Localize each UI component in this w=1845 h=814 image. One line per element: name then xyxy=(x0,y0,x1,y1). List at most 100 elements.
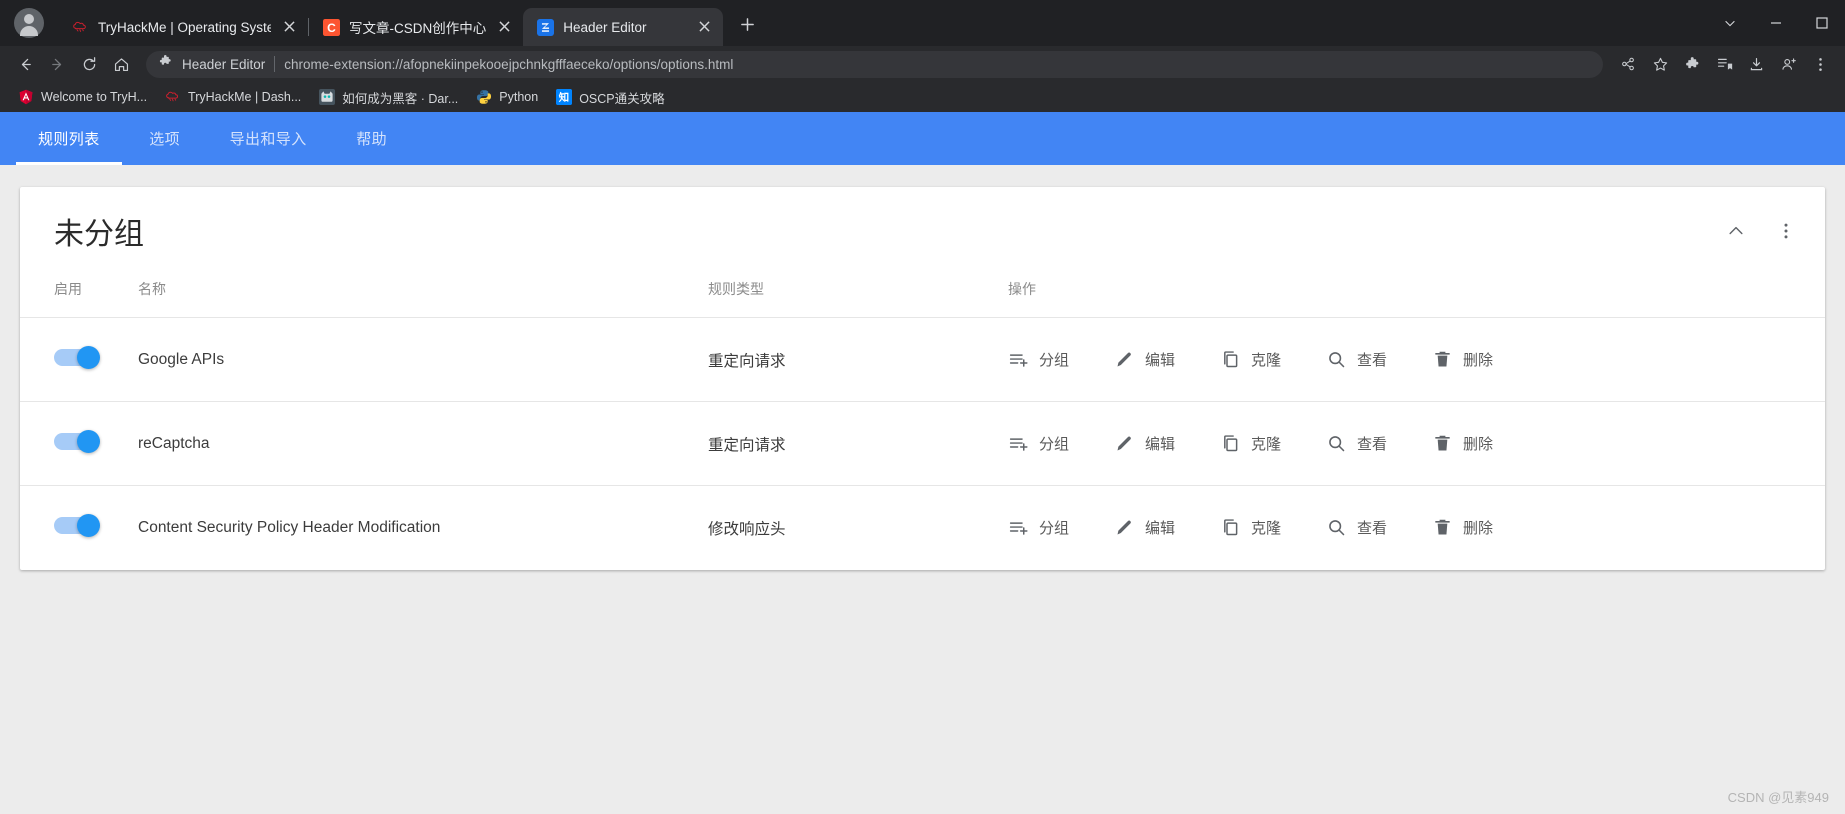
rules-table-body: Google APIs 重定向请求 分组 编辑 克隆 查看 删除 reCaptc… xyxy=(20,317,1825,570)
bookmarks-bar: Welcome to TryH... TryHackMe | Dash... 如… xyxy=(0,82,1845,112)
playlist-add-icon xyxy=(1009,522,1028,536)
extensions-icon[interactable] xyxy=(1677,49,1707,79)
home-icon[interactable] xyxy=(106,49,136,79)
new-tab-button[interactable] xyxy=(733,13,761,41)
row-3-enable-cell xyxy=(20,486,138,570)
extension-options-page: 规则列表 选项 导出和导入 帮助 未分组 启用 名称 规则类型 操作 Googl… xyxy=(0,112,1845,814)
bookmark-item-5-label: OSCP通关攻略 xyxy=(579,91,665,106)
browser-tab-1-title: TryHackMe | Operating System xyxy=(98,19,271,35)
row-2-clone-label: 克隆 xyxy=(1251,436,1282,453)
row-2-view-button[interactable]: 查看 xyxy=(1326,427,1432,460)
maximize-icon[interactable] xyxy=(1799,0,1845,46)
tab-export-import-label: 导出和导入 xyxy=(229,131,307,148)
chevron-down-icon[interactable] xyxy=(1707,0,1753,46)
card-header-actions xyxy=(1719,214,1803,248)
bookmark-item-3[interactable]: 如何成为黑客 · Dar... xyxy=(311,85,466,110)
back-arrow-icon[interactable] xyxy=(10,49,40,79)
row-3-enable-toggle[interactable] xyxy=(54,513,100,537)
row-3-delete-button[interactable]: 删除 xyxy=(1432,511,1538,544)
browser-tab-1[interactable]: TryHackMe | Operating System xyxy=(58,8,308,46)
tab-export-import[interactable]: 导出和导入 xyxy=(208,112,329,165)
browser-tab-3[interactable]: Header Editor xyxy=(523,8,724,46)
row-1-view-button[interactable]: 查看 xyxy=(1326,343,1432,376)
address-bar[interactable]: Header Editor chrome-extension://afopnek… xyxy=(146,50,1603,78)
profile-icon[interactable] xyxy=(1773,49,1803,79)
header-editor-icon xyxy=(537,18,555,36)
svg-text:C: C xyxy=(327,20,336,34)
bookmark-item-1-label: Welcome to TryH... xyxy=(41,90,148,104)
row-3-clone-label: 克隆 xyxy=(1251,520,1282,538)
browser-window: TryHackMe | Operating System C 写文章-CSDN创… xyxy=(0,0,1845,814)
browser-tab-2-close-icon[interactable] xyxy=(495,18,513,36)
row-1-clone-button[interactable]: 克隆 xyxy=(1220,343,1326,376)
share-icon[interactable] xyxy=(1613,49,1643,79)
column-header-type: 规则类型 xyxy=(708,281,764,297)
tab-help[interactable]: 帮助 xyxy=(329,112,415,165)
more-icon[interactable] xyxy=(1805,49,1835,79)
row-3-delete-label: 删除 xyxy=(1463,520,1494,538)
forward-arrow-icon[interactable] xyxy=(42,49,72,79)
row-2-delete-button[interactable]: 删除 xyxy=(1432,427,1538,460)
row-1-type: 重定向请求 xyxy=(708,352,786,370)
column-header-operations: 操作 xyxy=(1008,281,1036,297)
chevron-up-icon[interactable] xyxy=(1719,214,1753,248)
row-1-group-label: 分组 xyxy=(1039,352,1070,369)
bookmark-item-1[interactable]: Welcome to TryH... xyxy=(10,86,155,108)
toolbar-right-icons xyxy=(1613,49,1835,79)
collections-icon[interactable] xyxy=(1709,49,1739,79)
minimize-icon[interactable] xyxy=(1753,0,1799,46)
bookmark-item-5[interactable]: 知 OSCP通关攻略 xyxy=(548,85,672,110)
extension-puzzle-icon xyxy=(158,54,173,74)
row-2-clone-button[interactable]: 克隆 xyxy=(1220,427,1326,460)
browser-tab-3-close-icon[interactable] xyxy=(695,18,713,36)
browser-tab-2-title: 写文章-CSDN创作中心 xyxy=(349,21,487,36)
watermark: CSDN @见素949 xyxy=(1727,790,1829,805)
row-1-enable-toggle[interactable] xyxy=(54,345,100,369)
browser-toolbar: Header Editor chrome-extension://afopnek… xyxy=(0,46,1845,82)
omnibox-extension-name: Header Editor xyxy=(182,56,266,72)
bookmark-item-4[interactable]: Python xyxy=(468,86,546,108)
rule-group-card: 未分组 启用 名称 规则类型 操作 Google APIs 重定向请求 分组 编… xyxy=(20,187,1825,570)
bookmark-item-2-label: TryHackMe | Dash... xyxy=(188,90,302,104)
rules-table: 启用 名称 规则类型 操作 Google APIs 重定向请求 分组 编辑 克隆… xyxy=(20,275,1825,570)
tab-rule-list-label: 规则列表 xyxy=(38,131,100,148)
star-icon[interactable] xyxy=(1645,49,1675,79)
row-2-type: 重定向请求 xyxy=(708,436,786,454)
tab-options[interactable]: 选项 xyxy=(122,112,208,165)
row-1-enable-cell xyxy=(20,318,138,402)
row-1-group-button[interactable]: 分组 xyxy=(1008,343,1114,376)
bookmark-item-2[interactable]: TryHackMe | Dash... xyxy=(157,86,309,108)
reload-icon[interactable] xyxy=(74,49,104,79)
row-2-edit-button[interactable]: 编辑 xyxy=(1114,427,1220,460)
browser-tab-1-close-icon[interactable] xyxy=(280,18,298,36)
copy-icon xyxy=(1224,435,1238,452)
table-header-row: 启用 名称 规则类型 操作 xyxy=(20,275,1825,318)
row-2-group-button[interactable]: 分组 xyxy=(1008,427,1114,460)
row-3-clone-button[interactable]: 克隆 xyxy=(1220,511,1326,544)
row-1-delete-button[interactable]: 删除 xyxy=(1432,343,1538,376)
row-3-view-label: 查看 xyxy=(1357,520,1388,538)
bookmark-item-3-label: 如何成为黑客 · Dar... xyxy=(342,91,459,106)
row-3-view-button[interactable]: 查看 xyxy=(1326,511,1432,544)
row-1-view-label: 查看 xyxy=(1357,352,1388,369)
tab-rule-list[interactable]: 规则列表 xyxy=(16,112,122,165)
row-2-operations: 分组 编辑 克隆 查看 删除 xyxy=(1008,402,1825,486)
copy-icon xyxy=(1224,519,1238,536)
browser-tab-2[interactable]: C 写文章-CSDN创作中心 xyxy=(309,8,523,46)
playlist-add-icon xyxy=(1009,354,1028,367)
row-3-group-button[interactable]: 分组 xyxy=(1008,511,1114,544)
row-3-edit-button[interactable]: 编辑 xyxy=(1114,511,1220,544)
more-vertical-icon[interactable] xyxy=(1769,214,1803,248)
angular-icon xyxy=(18,89,34,105)
row-1-edit-button[interactable]: 编辑 xyxy=(1114,343,1220,376)
table-row: Content Security Policy Header Modificat… xyxy=(20,485,1825,570)
row-2-enable-toggle[interactable] xyxy=(54,429,100,453)
row-3-operations: 分组 编辑 克隆 查看 删除 xyxy=(1008,486,1825,570)
column-header-name: 名称 xyxy=(138,281,166,297)
downloads-icon[interactable] xyxy=(1741,49,1771,79)
python-icon xyxy=(476,89,492,105)
row-1-name: Google APIs xyxy=(138,350,225,368)
row-1-edit-label: 编辑 xyxy=(1145,352,1176,369)
profile-avatar[interactable] xyxy=(14,8,44,38)
magnifier-icon xyxy=(1329,520,1345,536)
